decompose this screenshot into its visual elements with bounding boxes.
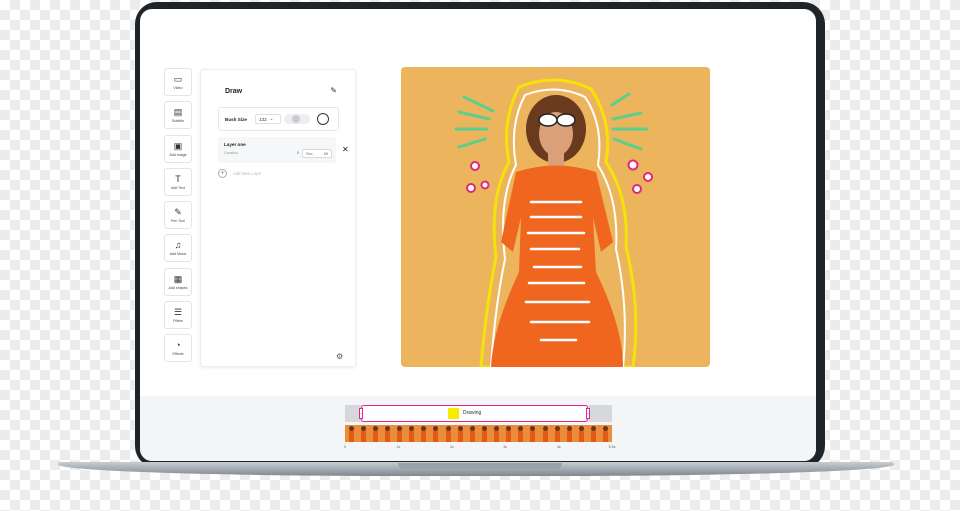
tool-rail: ▭ Video ▤ Subtitle ▣ Add image T Add Text ✎ Pen T… [164, 68, 192, 368]
filmstrip-frame [348, 426, 354, 442]
filmstrip-frame [506, 426, 512, 442]
filmstrip-frame [518, 426, 524, 442]
ruler-tick-label: 2s [449, 445, 454, 449]
ruler-tick-label: 4s [556, 445, 561, 449]
filmstrip-frame [530, 426, 536, 442]
clip-label: Drawing [463, 410, 482, 416]
tool-label: Add image [169, 152, 187, 157]
tool-pen-tool-button[interactable]: ✎ Pen Tool [164, 201, 192, 230]
filmstrip-frame [494, 426, 500, 442]
music-icon: ♫ [174, 240, 182, 251]
tool-video-button[interactable]: ▭ Video [164, 68, 192, 96]
text-icon: T [175, 173, 181, 184]
image-icon: ▣ [173, 140, 183, 151]
tool-add-text-button[interactable]: T Add Text [164, 167, 192, 196]
brush-preview-circle[interactable] [317, 113, 329, 125]
filmstrip-frame [372, 426, 378, 442]
subtitle-icon: ▤ [173, 107, 183, 118]
clip-color-swatch [448, 408, 459, 419]
panel-title: Draw [225, 88, 243, 95]
layer-item[interactable]: Layer one Duration 0 Sec 65 [218, 137, 336, 163]
filmstrip-frame [591, 426, 597, 442]
brush-opacity-toggle[interactable] [284, 114, 310, 124]
edit-pencil-icon[interactable]: ✎ [330, 86, 337, 95]
filmstrip-frame [469, 426, 475, 442]
shapes-icon: ▦ [173, 273, 183, 284]
brush-size-label: Bush Size [225, 116, 247, 122]
duration-value: 65 [323, 151, 328, 156]
tool-subtitle-button[interactable]: ▤ Subtitle [164, 101, 192, 130]
filmstrip-frame [384, 426, 390, 442]
settings-gear-icon[interactable]: ⚙ [336, 352, 343, 361]
chevron-down-icon: ⌄ [269, 116, 274, 121]
tool-label: Pen Tool [171, 219, 185, 224]
tool-add-shapes-button[interactable]: ▦ Add shapes [164, 267, 192, 296]
pen-icon: ✎ [174, 207, 182, 218]
tool-label: Effects [172, 352, 184, 357]
close-icon[interactable]: ✕ [342, 145, 349, 154]
filmstrip-frame [457, 426, 463, 442]
filmstrip-frame [554, 426, 560, 442]
duration-unit: Sec [306, 151, 313, 156]
tool-add-image-button[interactable]: ▣ Add image [164, 134, 192, 163]
tool-label: Video [173, 86, 183, 90]
tool-label: Add Text [171, 185, 185, 190]
filmstrip-frame [542, 426, 548, 442]
plus-icon: + [218, 169, 227, 178]
ruler-tick-label: 3s [503, 445, 508, 449]
filmstrip-frame [578, 426, 584, 442]
filmstrip-frame [566, 426, 572, 442]
drawing-clip[interactable]: ‹ Drawing › [359, 405, 590, 422]
sunglasses-right [556, 113, 576, 127]
effects-icon: ◔ [175, 340, 181, 351]
ruler-tick-label: 5.5s [608, 445, 616, 449]
clip-handle-left[interactable]: ‹ [359, 408, 363, 419]
sunglasses-left [538, 113, 558, 127]
filmstrip-frame [421, 426, 427, 442]
brush-size-row: Bush Size 132 ⌄ [218, 107, 339, 131]
draw-panel: Draw ✎ Bush Size 132 ⌄ Layer one Duratio… [200, 69, 356, 367]
laptop-notch [398, 463, 562, 469]
filmstrip-frame [433, 426, 439, 442]
layer-name: Layer one [224, 142, 246, 147]
brush-size-select[interactable]: 132 ⌄ [255, 114, 281, 124]
tool-label: Add shapes [168, 285, 188, 290]
layer-start-value: 0 [297, 151, 300, 155]
filmstrip-frame [481, 426, 487, 442]
video-camera-icon: ▭ [173, 74, 183, 84]
tool-add-music-button[interactable]: ♫ Add Music [164, 234, 192, 263]
editor-screen: ▭ Video ▤ Subtitle ▣ Add image T Add Text ✎ Pen T… [140, 9, 816, 461]
tool-label: Add Music [169, 252, 187, 257]
filmstrip-frame [603, 426, 609, 442]
canvas-preview[interactable] [401, 67, 710, 367]
ruler-tick-label: 1s [396, 445, 401, 449]
add-layer-button[interactable]: + Add New Layer [218, 169, 262, 178]
filmstrip-frame [409, 426, 415, 442]
video-filmstrip[interactable] [345, 425, 612, 442]
ruler-tick-label: 0 [344, 445, 346, 449]
tool-filters-button[interactable]: ☰ Filters [164, 301, 192, 330]
layer-duration-label: Duration [224, 151, 239, 155]
filmstrip-frame [445, 426, 451, 442]
toggle-knob [292, 115, 300, 123]
brush-size-value: 132 [259, 116, 267, 122]
tool-label: Subtitle [172, 119, 184, 124]
preview-image [454, 78, 653, 367]
filmstrip-frame [360, 426, 366, 442]
filmstrip-frame [397, 426, 403, 442]
layer-duration-input[interactable]: Sec 65 [302, 149, 332, 158]
add-layer-label: Add New Layer [233, 171, 262, 176]
clip-handle-right[interactable]: › [586, 408, 590, 419]
tool-effects-button[interactable]: ◔ Effects [164, 334, 192, 363]
filters-icon: ☰ [173, 307, 183, 318]
timeline-ruler: 0 1s 2s 3s 4s 5.5s [344, 445, 615, 453]
tool-label: Filters [173, 319, 183, 324]
